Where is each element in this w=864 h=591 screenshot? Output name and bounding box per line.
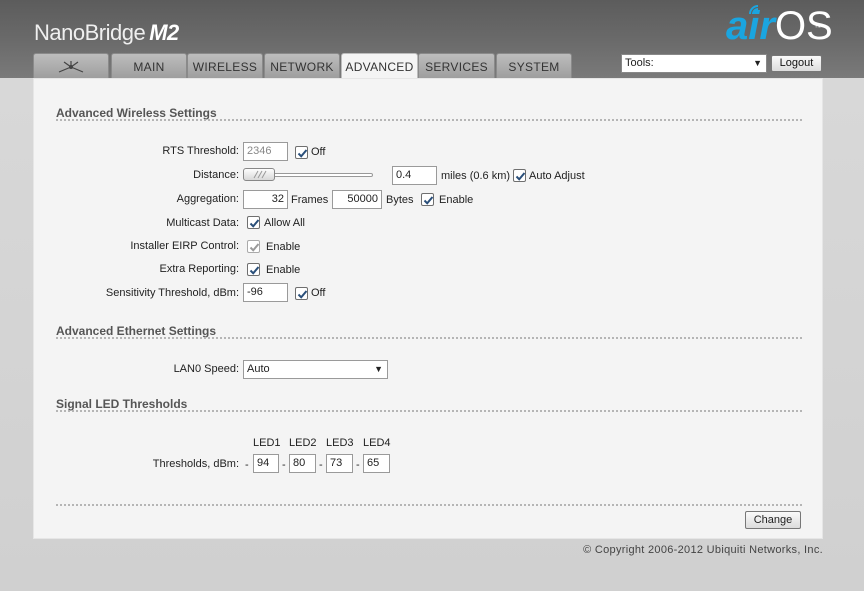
header: NanoBridge M2 airOS ™ MAIN WIRELESS NETW… bbox=[0, 0, 864, 79]
chevron-down-icon: ▼ bbox=[374, 364, 383, 374]
product-name-text: NanoBridge bbox=[34, 20, 146, 45]
distance-label: Distance: bbox=[193, 169, 239, 181]
section-divider bbox=[56, 410, 802, 412]
section-divider bbox=[56, 119, 802, 121]
tab-advanced-label: ADVANCED bbox=[345, 60, 414, 74]
section-title-led: Signal LED Thresholds bbox=[56, 397, 188, 411]
tab-wireless[interactable]: WIRELESS bbox=[187, 53, 263, 78]
led1-header: LED1 bbox=[253, 437, 281, 449]
led3-threshold-input[interactable]: 73 bbox=[326, 454, 353, 473]
tab-services[interactable]: SERVICES bbox=[418, 53, 495, 78]
aggregation-enable-checkbox[interactable] bbox=[421, 193, 434, 206]
rts-threshold-input[interactable]: 2346 bbox=[243, 142, 288, 161]
product-name: NanoBridge M2 bbox=[34, 20, 179, 46]
led2-header: LED2 bbox=[289, 437, 317, 449]
tab-system-label: SYSTEM bbox=[508, 60, 560, 74]
lan0-speed-label: LAN0 Speed: bbox=[173, 363, 239, 375]
tab-wireless-label: WIRELESS bbox=[192, 60, 258, 74]
tab-network[interactable]: NETWORK bbox=[264, 53, 340, 78]
checkmark-icon bbox=[249, 219, 260, 228]
aggregation-enable-label: Enable bbox=[439, 194, 474, 206]
logo-os: OS bbox=[774, 4, 833, 48]
extra-reporting-checkbox[interactable] bbox=[247, 263, 260, 276]
led1-dash: - bbox=[245, 459, 249, 471]
ubiquiti-logo-icon bbox=[58, 61, 84, 73]
tools-select[interactable]: Tools: ▼ bbox=[621, 54, 767, 73]
section-title-wireless: Advanced Wireless Settings bbox=[56, 106, 217, 120]
tools-select-value: Tools: bbox=[625, 57, 654, 69]
change-button[interactable]: Change bbox=[745, 511, 801, 529]
extra-reporting-label: Extra Reporting: bbox=[159, 263, 239, 275]
aggregation-bytes-input[interactable]: 50000 bbox=[332, 190, 382, 209]
section-divider bbox=[56, 504, 802, 506]
rts-off-checkbox[interactable] bbox=[295, 146, 308, 159]
sensitivity-off-checkbox[interactable] bbox=[295, 287, 308, 300]
distance-input[interactable]: 0.4 bbox=[392, 166, 437, 185]
checkmark-icon bbox=[515, 172, 526, 181]
checkmark-icon bbox=[249, 243, 260, 252]
tab-advanced[interactable]: ADVANCED bbox=[341, 53, 418, 79]
multicast-label: Multicast Data: bbox=[166, 217, 239, 229]
rts-threshold-label: RTS Threshold: bbox=[162, 145, 239, 157]
tab-services-label: SERVICES bbox=[425, 60, 488, 74]
section-divider bbox=[56, 337, 802, 339]
logout-button[interactable]: Logout bbox=[771, 55, 822, 72]
rts-off-label: Off bbox=[311, 146, 326, 158]
copyright-text: © Copyright 2006-2012 Ubiquiti Networks,… bbox=[583, 544, 823, 556]
checkmark-icon bbox=[249, 266, 260, 275]
section-title-ethernet: Advanced Ethernet Settings bbox=[56, 324, 217, 338]
grip-icon bbox=[253, 170, 267, 179]
lan0-speed-value: Auto bbox=[247, 363, 270, 375]
aggregation-frames-input[interactable]: 32 bbox=[243, 190, 288, 209]
auto-adjust-checkbox[interactable] bbox=[513, 169, 526, 182]
tab-system[interactable]: SYSTEM bbox=[496, 53, 572, 78]
led2-threshold-input[interactable]: 80 bbox=[289, 454, 316, 473]
eirp-enable-checkbox[interactable] bbox=[247, 240, 260, 253]
multicast-allow-label: Allow All bbox=[264, 217, 305, 229]
bytes-label: Bytes bbox=[386, 194, 414, 206]
frames-label: Frames bbox=[291, 194, 329, 206]
thresholds-label: Thresholds, dBm: bbox=[152, 458, 239, 470]
tab-main[interactable]: MAIN bbox=[111, 53, 187, 78]
sensitivity-label: Sensitivity Threshold, dBm: bbox=[105, 287, 239, 299]
led3-header: LED3 bbox=[326, 437, 354, 449]
led4-threshold-input[interactable]: 65 bbox=[363, 454, 390, 473]
logo-trademark: ™ bbox=[814, 23, 822, 32]
sensitivity-input[interactable]: -96 bbox=[243, 283, 288, 302]
product-model: M2 bbox=[149, 20, 179, 45]
multicast-allow-checkbox[interactable] bbox=[247, 216, 260, 229]
lan0-speed-select[interactable]: Auto ▼ bbox=[243, 360, 388, 379]
led3-dash: - bbox=[319, 459, 323, 471]
eirp-label: Installer EIRP Control: bbox=[130, 240, 239, 252]
led1-threshold-input[interactable]: 94 bbox=[253, 454, 279, 473]
eirp-enable-label: Enable bbox=[266, 241, 301, 253]
tab-main-label: MAIN bbox=[133, 60, 165, 74]
led4-header: LED4 bbox=[363, 437, 391, 449]
tab-ubiquiti-logo[interactable] bbox=[33, 53, 109, 78]
tab-network-label: NETWORK bbox=[270, 60, 334, 74]
checkmark-icon bbox=[423, 196, 434, 205]
chevron-down-icon: ▼ bbox=[753, 58, 762, 68]
distance-slider-handle[interactable] bbox=[243, 168, 275, 181]
sensitivity-off-label: Off bbox=[311, 287, 326, 299]
checkmark-icon bbox=[297, 149, 308, 158]
auto-adjust-label: Auto Adjust bbox=[529, 170, 585, 182]
distance-units: miles (0.6 km) bbox=[441, 170, 511, 182]
settings-panel: Advanced Wireless Settings RTS Threshold… bbox=[33, 78, 823, 539]
led2-dash: - bbox=[282, 459, 286, 471]
extra-reporting-enable-label: Enable bbox=[266, 264, 301, 276]
checkmark-icon bbox=[297, 290, 308, 299]
wifi-wave-icon bbox=[749, 5, 759, 15]
led4-dash: - bbox=[356, 459, 360, 471]
aggregation-label: Aggregation: bbox=[176, 193, 239, 205]
airos-logo: airOS ™ bbox=[726, 4, 833, 48]
